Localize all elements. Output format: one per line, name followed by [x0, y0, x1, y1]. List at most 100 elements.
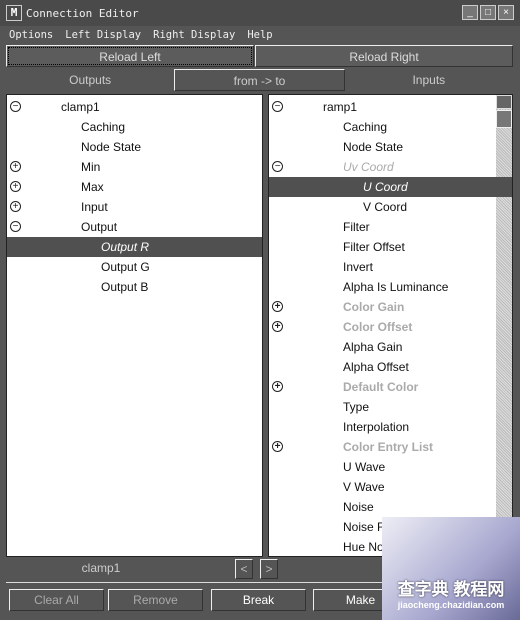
item-label: clamp1	[61, 100, 100, 114]
reload-right-button[interactable]: Reload Right	[255, 45, 513, 67]
watermark-url: jiaocheng.chazidian.com	[397, 600, 505, 610]
list-item[interactable]: Caching	[269, 117, 512, 137]
list-item[interactable]: + Color Entry List	[269, 437, 512, 457]
list-item[interactable]: + Default Color	[269, 377, 512, 397]
item-label: Color Entry List	[343, 440, 434, 454]
expand-icon[interactable]: +	[272, 381, 283, 392]
outputs-label: Outputs	[69, 73, 112, 87]
list-item[interactable]: Node State	[269, 137, 512, 157]
watermark: 查字典 教程网 jiaocheng.chazidian.com	[382, 517, 520, 620]
left-node-name: clamp1	[81, 561, 121, 575]
list-item[interactable]: Noise	[269, 497, 512, 517]
from-to-button[interactable]: from -> to	[174, 69, 345, 91]
item-label: Alpha Gain	[343, 340, 403, 354]
item-label: V Wave	[343, 480, 385, 494]
window-title: Connection Editor	[26, 6, 139, 20]
list-item[interactable]: Output R	[7, 237, 262, 257]
collapse-icon[interactable]: −	[272, 101, 283, 112]
list-item[interactable]: Output B	[7, 277, 262, 297]
item-label: Interpolation	[343, 420, 410, 434]
list-item[interactable]: Filter	[269, 217, 512, 237]
list-item[interactable]: Invert	[269, 257, 512, 277]
menu-right-display[interactable]: Right Display	[153, 29, 235, 41]
expand-icon[interactable]: +	[272, 441, 283, 452]
list-item[interactable]: − ramp1	[269, 97, 512, 117]
item-label: Alpha Is Luminance	[343, 280, 449, 294]
list-item[interactable]: Alpha Offset	[269, 357, 512, 377]
list-item[interactable]: − Output	[7, 217, 262, 237]
item-label: Invert	[343, 260, 374, 274]
item-label: Caching	[81, 120, 126, 134]
item-label: Uv Coord	[343, 160, 394, 174]
list-item[interactable]: Output G	[7, 257, 262, 277]
expand-icon[interactable]: +	[10, 181, 21, 192]
expand-icon[interactable]: +	[10, 161, 21, 172]
item-label: ramp1	[323, 100, 358, 114]
item-label: Type	[343, 400, 370, 414]
title-bar: M Connection Editor _ □ ×	[0, 0, 520, 26]
outputs-list[interactable]: − clamp1 Caching Node State + Min + Max + Input − O…	[6, 94, 263, 557]
menu-bar: Options Left Display Right Display Help	[0, 26, 520, 44]
list-item[interactable]: − clamp1	[7, 97, 262, 117]
item-label: V Coord	[363, 200, 408, 214]
item-label: Node State	[343, 140, 404, 154]
list-item[interactable]: Filter Offset	[269, 237, 512, 257]
break-button[interactable]: Break	[211, 589, 306, 611]
menu-options[interactable]: Options	[9, 29, 53, 41]
list-item[interactable]: Alpha Is Luminance	[269, 277, 512, 297]
remove-button[interactable]: Remove	[108, 589, 203, 611]
list-item[interactable]: + Color Offset	[269, 317, 512, 337]
item-label: Caching	[343, 120, 388, 134]
collapse-icon[interactable]: −	[272, 161, 283, 172]
inputs-label: Inputs	[412, 73, 446, 87]
list-item[interactable]: + Min	[7, 157, 262, 177]
item-label: U Coord	[363, 180, 408, 194]
prev-button[interactable]: <	[235, 559, 253, 579]
next-button[interactable]: >	[260, 559, 278, 579]
item-label: Color Offset	[343, 320, 413, 334]
list-item[interactable]: Alpha Gain	[269, 337, 512, 357]
item-label: Output R	[101, 240, 150, 254]
list-item[interactable]: + Input	[7, 197, 262, 217]
list-item[interactable]: U Coord	[269, 177, 512, 197]
expand-icon[interactable]: +	[10, 201, 21, 212]
item-label: Filter Offset	[343, 240, 405, 254]
minimize-icon[interactable]: _	[462, 5, 478, 20]
close-icon[interactable]: ×	[498, 5, 514, 20]
list-item[interactable]: + Max	[7, 177, 262, 197]
item-label: Input	[81, 200, 108, 214]
inputs-list[interactable]: − ramp1 Caching Node State − Uv Coord U Coord V…	[268, 94, 513, 557]
list-item[interactable]: Node State	[7, 137, 262, 157]
list-item[interactable]: V Coord	[269, 197, 512, 217]
direction-bar: Outputs from -> to Inputs	[6, 69, 513, 91]
list-item[interactable]: Interpolation	[269, 417, 512, 437]
item-label: Output G	[101, 260, 150, 274]
expand-icon[interactable]: +	[272, 321, 283, 332]
collapse-icon[interactable]: −	[10, 221, 21, 232]
list-item[interactable]: V Wave	[269, 477, 512, 497]
app-logo-icon: M	[6, 5, 22, 21]
item-label: Node State	[81, 140, 142, 154]
clear-all-button[interactable]: Clear All	[9, 589, 104, 611]
list-item[interactable]: + Color Gain	[269, 297, 512, 317]
menu-left-display[interactable]: Left Display	[65, 29, 141, 41]
watermark-title: 查字典 教程网	[397, 580, 505, 599]
expand-icon[interactable]: +	[272, 301, 283, 312]
list-item[interactable]: U Wave	[269, 457, 512, 477]
collapse-icon[interactable]: −	[10, 101, 21, 112]
item-label: Filter	[343, 220, 370, 234]
list-item[interactable]: − Uv Coord	[269, 157, 512, 177]
item-label: U Wave	[343, 460, 386, 474]
item-label: Max	[81, 180, 104, 194]
item-label: Alpha Offset	[343, 360, 409, 374]
menu-help[interactable]: Help	[247, 29, 272, 41]
item-label: Min	[81, 160, 101, 174]
reload-left-button[interactable]: Reload Left	[6, 45, 254, 67]
item-label: Default Color	[343, 380, 419, 394]
maximize-icon[interactable]: □	[480, 5, 496, 20]
item-label: Output	[81, 220, 118, 234]
list-item[interactable]: Type	[269, 397, 512, 417]
item-label: Output B	[101, 280, 149, 294]
item-label: Noise	[343, 500, 374, 514]
list-item[interactable]: Caching	[7, 117, 262, 137]
